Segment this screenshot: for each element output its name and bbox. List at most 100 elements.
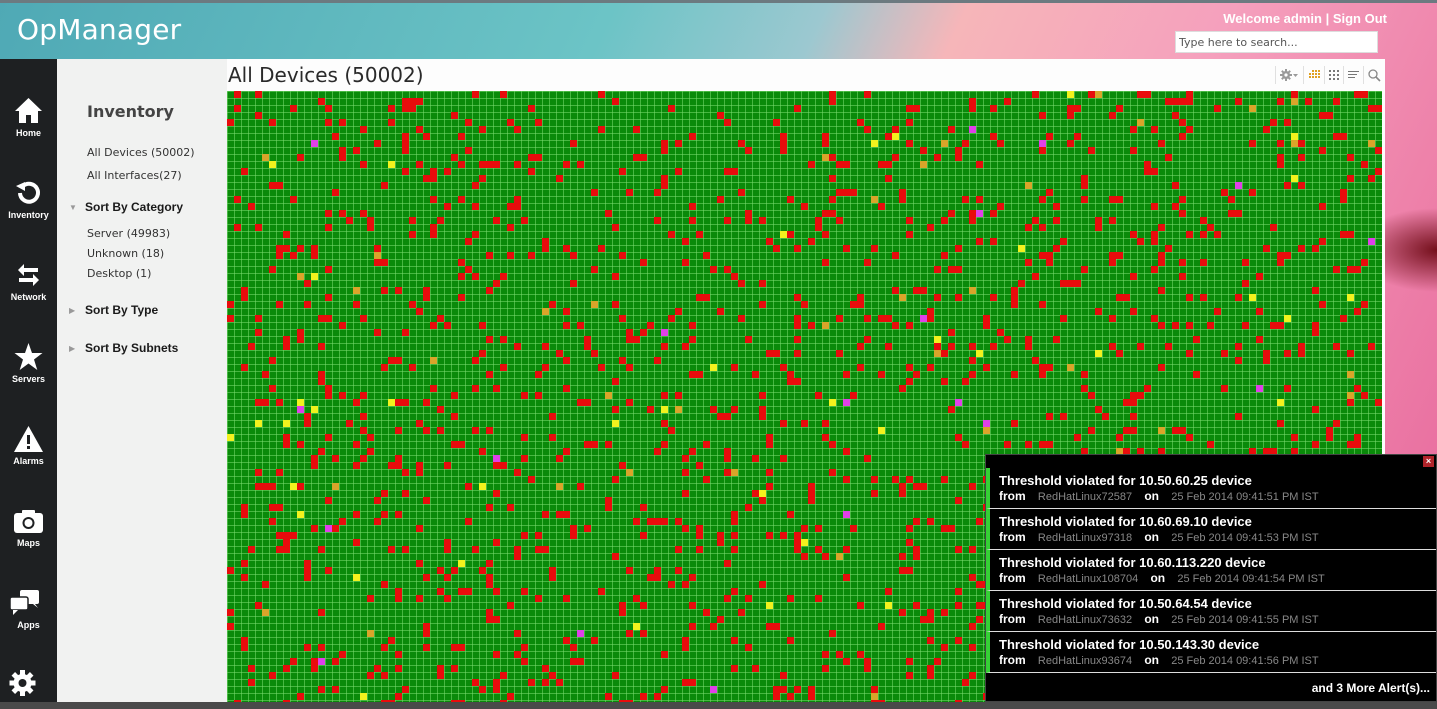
device-cell-critical[interactable]	[682, 679, 689, 686]
device-cell-critical[interactable]	[234, 196, 241, 203]
device-cell-critical[interactable]	[325, 385, 332, 392]
device-cell-critical[interactable]	[1088, 91, 1095, 98]
device-cell-critical[interactable]	[493, 280, 500, 287]
device-cell-critical[interactable]	[1109, 259, 1116, 266]
device-cell-critical[interactable]	[402, 133, 409, 140]
device-cell-critical[interactable]	[878, 161, 885, 168]
device-cell-critical[interactable]	[1284, 182, 1291, 189]
device-cell-trouble[interactable]	[269, 161, 276, 168]
device-cell-critical[interactable]	[654, 574, 661, 581]
device-cell-critical[interactable]	[892, 126, 899, 133]
section-sort-by-category[interactable]: Sort By Category	[85, 200, 183, 214]
device-cell-critical[interactable]	[605, 210, 612, 217]
device-cell-critical[interactable]	[241, 574, 248, 581]
device-cell-critical[interactable]	[696, 546, 703, 553]
device-cell-critical[interactable]	[668, 231, 675, 238]
device-cell-critical[interactable]	[808, 686, 815, 693]
device-cell-critical[interactable]	[808, 483, 815, 490]
device-cell-critical[interactable]	[955, 588, 962, 595]
device-cell-critical[interactable]	[395, 595, 402, 602]
category-server[interactable]: Server (49983)	[87, 227, 170, 240]
device-cell-critical[interactable]	[297, 245, 304, 252]
device-cell-critical[interactable]	[1207, 441, 1214, 448]
device-cell-critical[interactable]	[1298, 343, 1305, 350]
device-cell-critical[interactable]	[633, 518, 640, 525]
device-cell-critical[interactable]	[584, 399, 591, 406]
device-cell-critical[interactable]	[850, 525, 857, 532]
device-cell-critical[interactable]	[514, 546, 521, 553]
device-cell-critical[interactable]	[542, 665, 549, 672]
device-cell-critical[interactable]	[885, 588, 892, 595]
device-cell-critical[interactable]	[570, 252, 577, 259]
device-cell-critical[interactable]	[423, 623, 430, 630]
device-cell-critical[interactable]	[402, 490, 409, 497]
device-cell-critical[interactable]	[913, 553, 920, 560]
device-cell-critical[interactable]	[1270, 322, 1277, 329]
device-cell-critical[interactable]	[668, 581, 675, 588]
device-cell-critical[interactable]	[269, 119, 276, 126]
search-button[interactable]	[1363, 66, 1385, 84]
device-cell-critical[interactable]	[1221, 350, 1228, 357]
device-cell-critical[interactable]	[675, 140, 682, 147]
device-cell-critical[interactable]	[724, 217, 731, 224]
device-cell-critical[interactable]	[269, 504, 276, 511]
device-cell-critical[interactable]	[255, 91, 262, 98]
device-cell-critical[interactable]	[283, 441, 290, 448]
device-cell-critical[interactable]	[1060, 413, 1067, 420]
device-cell-critical[interactable]	[1214, 105, 1221, 112]
device-cell-critical[interactable]	[367, 448, 374, 455]
device-cell-critical[interactable]	[920, 616, 927, 623]
device-cell-critical[interactable]	[1081, 175, 1088, 182]
device-cell-critical[interactable]	[794, 539, 801, 546]
device-cell-critical[interactable]	[1347, 441, 1354, 448]
device-cell-critical[interactable]	[836, 217, 843, 224]
device-cell-critical[interactable]	[822, 210, 829, 217]
device-cell-critical[interactable]	[682, 469, 689, 476]
device-cell-critical[interactable]	[1046, 364, 1053, 371]
device-cell-trouble[interactable]	[1347, 294, 1354, 301]
device-cell-critical[interactable]	[696, 462, 703, 469]
device-cell-critical[interactable]	[1333, 266, 1340, 273]
device-cell-critical[interactable]	[395, 651, 402, 658]
device-cell-critical[interactable]	[479, 175, 486, 182]
device-cell-critical[interactable]	[864, 665, 871, 672]
device-cell-critical[interactable]	[780, 532, 787, 539]
device-cell-critical[interactable]	[829, 91, 836, 98]
device-cell-critical[interactable]	[297, 483, 304, 490]
device-cell-critical[interactable]	[1032, 357, 1039, 364]
device-cell-critical[interactable]	[297, 154, 304, 161]
device-cell-critical[interactable]	[479, 448, 486, 455]
device-cell-critical[interactable]	[948, 406, 955, 413]
device-cell-critical[interactable]	[430, 224, 437, 231]
device-cell-critical[interactable]	[493, 679, 500, 686]
device-cell-critical[interactable]	[682, 343, 689, 350]
device-cell-critical[interactable]	[878, 371, 885, 378]
device-cell-critical[interactable]	[745, 217, 752, 224]
device-cell-critical[interactable]	[675, 518, 682, 525]
device-cell-critical[interactable]	[731, 546, 738, 553]
device-cell-critical[interactable]	[899, 567, 906, 574]
device-cell-critical[interactable]	[766, 483, 773, 490]
device-cell-critical[interactable]	[318, 371, 325, 378]
device-cell-critical[interactable]	[759, 392, 766, 399]
device-cell-critical[interactable]	[871, 686, 878, 693]
device-cell-critical[interactable]	[598, 91, 605, 98]
device-cell-critical[interactable]	[731, 637, 738, 644]
device-cell-critical[interactable]	[948, 210, 955, 217]
device-cell-critical[interactable]	[535, 546, 542, 553]
device-cell-critical[interactable]	[563, 245, 570, 252]
device-cell-critical[interactable]	[682, 581, 689, 588]
device-cell-critical[interactable]	[696, 231, 703, 238]
device-cell-critical[interactable]	[836, 189, 843, 196]
device-cell-critical[interactable]	[577, 161, 584, 168]
device-cell-critical[interactable]	[612, 224, 619, 231]
device-cell-trouble[interactable]	[255, 420, 262, 427]
device-cell-service-down[interactable]	[493, 455, 500, 462]
device-cell-critical[interactable]	[1277, 140, 1284, 147]
device-cell-critical[interactable]	[388, 546, 395, 553]
device-cell-critical[interactable]	[395, 511, 402, 518]
device-cell-critical[interactable]	[1228, 196, 1235, 203]
device-cell-attention[interactable]	[871, 196, 878, 203]
device-cell-critical[interactable]	[724, 119, 731, 126]
device-cell-critical[interactable]	[1207, 224, 1214, 231]
